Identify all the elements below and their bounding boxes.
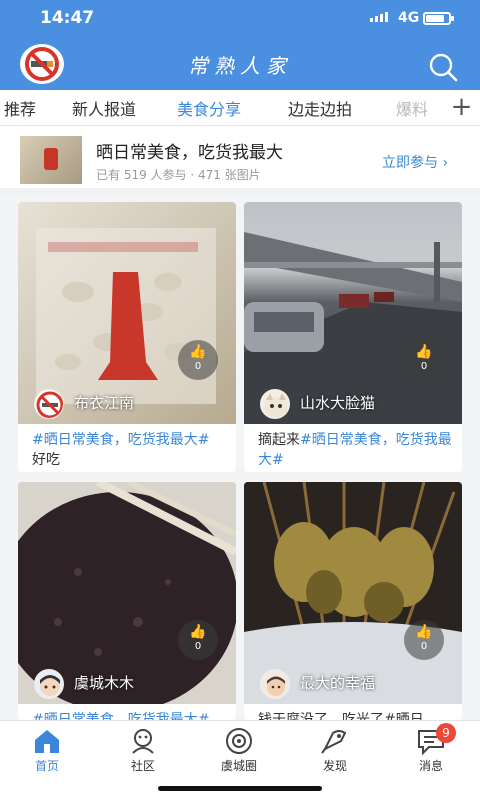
- topic-thumbnail: [20, 136, 82, 184]
- unread-badge: 9: [436, 723, 456, 743]
- community-icon: [132, 729, 154, 754]
- like-button[interactable]: 👍 0: [178, 620, 218, 660]
- status-time: 14:47: [40, 8, 95, 28]
- post-description: 钱于腐没了，吃光了#晒日: [258, 710, 454, 720]
- avatar[interactable]: [260, 389, 290, 419]
- topic-meta: 已有 519 人参与 · 471 张图片: [96, 168, 261, 182]
- home-indicator[interactable]: [158, 786, 322, 791]
- chevron-right-icon: ›: [442, 155, 449, 171]
- discover-icon: [321, 730, 347, 754]
- nav-label: 虞城圈: [220, 759, 257, 773]
- post-description: #晒日常美食，吃货我最大# 好吃: [32, 430, 228, 470]
- post-card[interactable]: 👍 0 虞城木木 #晒日常美食，吃货我最大#: [18, 482, 236, 720]
- avatar[interactable]: [260, 669, 290, 699]
- nav-label: 社区: [130, 759, 155, 773]
- topic-header: 晒日常美食，吃货我最大 已有 519 人参与 · 471 张图片 立即参与 ›: [0, 126, 480, 194]
- join-label: 立即参与: [382, 155, 438, 171]
- like-count: 0: [194, 361, 202, 372]
- like-button[interactable]: 👍 0: [178, 340, 218, 380]
- post-text: 钱于腐没了，吃光了#晒日: [258, 712, 424, 720]
- app-title: 常熟人家: [188, 54, 292, 78]
- join-button[interactable]: 立即参与 ›: [382, 152, 448, 172]
- like-count: 0: [194, 641, 202, 652]
- like-button[interactable]: 👍 0: [404, 620, 444, 660]
- category-tabs: 推荐 新人报道 美食分享 边走边拍 爆料 +: [0, 90, 480, 126]
- tab-food-share[interactable]: 美食分享: [177, 96, 241, 120]
- tab-breaking-news[interactable]: 爆料: [396, 96, 428, 120]
- topic-title: 晒日常美食，吃货我最大: [96, 143, 283, 163]
- avatar[interactable]: [34, 669, 64, 699]
- signal-icon: [370, 12, 388, 22]
- hashtag[interactable]: #晒日常美食，吃货我最大#: [32, 432, 209, 448]
- add-tab-button[interactable]: +: [443, 90, 480, 125]
- search-button[interactable]: [427, 51, 459, 83]
- username[interactable]: 最大的幸福: [300, 672, 375, 693]
- post-card[interactable]: 👍 0 布衣江南 #晒日常美食，吃货我最大# 好吃: [18, 202, 236, 472]
- home-icon: [35, 730, 59, 753]
- post-text: 好吃: [32, 452, 60, 468]
- battery-icon: [423, 12, 454, 25]
- circle-icon: [226, 728, 252, 754]
- nav-circle[interactable]: 虞城圈: [204, 727, 274, 774]
- like-count: 0: [420, 641, 428, 652]
- post-description: 摘起来#晒日常美食，吃货我最大#: [258, 430, 454, 470]
- status-bar: 14:47 4G: [0, 0, 480, 36]
- nav-label: 发现: [322, 759, 347, 773]
- nav-discover[interactable]: 发现: [300, 727, 370, 774]
- nav-messages[interactable]: 消息 9: [396, 723, 466, 774]
- nav-community[interactable]: 社区: [108, 727, 178, 774]
- tab-recommend[interactable]: 推荐: [4, 96, 36, 120]
- hashtag[interactable]: #晒日常美食，吃货我最大#: [32, 712, 209, 720]
- post-description: #晒日常美食，吃货我最大#: [32, 710, 228, 720]
- like-button[interactable]: 👍 0: [404, 340, 444, 380]
- username[interactable]: 虞城木木: [74, 672, 134, 693]
- network-type: 4G: [398, 10, 420, 26]
- nav-home[interactable]: 首页: [12, 727, 82, 774]
- post-card[interactable]: 👍 0 最大的幸福 钱于腐没了，吃光了#晒日: [244, 482, 462, 720]
- username[interactable]: 山水大脸猫: [300, 392, 375, 413]
- nav-label: 首页: [34, 759, 59, 773]
- post-card[interactable]: 👍 0 山水大脸猫 摘起来#晒日常美食，吃货我最大#: [244, 202, 462, 472]
- username[interactable]: 布衣江南: [74, 392, 134, 413]
- tab-walk-and-shoot[interactable]: 边走边拍: [288, 96, 352, 120]
- search-icon: [429, 53, 458, 82]
- top-bar: 14:47 4G 常熟人家: [0, 0, 480, 90]
- avatar[interactable]: [34, 389, 64, 419]
- tab-newcomers[interactable]: 新人报道: [72, 96, 136, 120]
- nav-label: 消息: [418, 759, 443, 773]
- like-count: 0: [420, 361, 428, 372]
- post-text: 摘起来: [258, 432, 300, 448]
